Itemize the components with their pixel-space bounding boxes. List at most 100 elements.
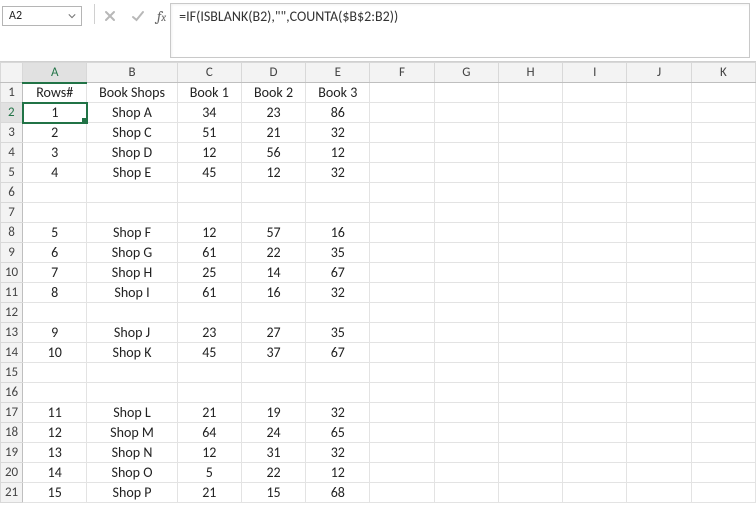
cell-K21[interactable] xyxy=(691,483,755,503)
cell-F21[interactable] xyxy=(370,483,434,503)
cell-H7[interactable] xyxy=(498,203,562,223)
cell-G19[interactable] xyxy=(434,443,498,463)
cell-A2[interactable]: 1 xyxy=(23,103,87,123)
cell-B14[interactable]: Shop K xyxy=(87,343,177,363)
cell-A13[interactable]: 9 xyxy=(23,323,87,343)
cell-J17[interactable] xyxy=(627,403,691,423)
cell-A6[interactable] xyxy=(23,183,87,203)
cell-B18[interactable]: Shop M xyxy=(87,423,177,443)
cell-D18[interactable]: 24 xyxy=(241,423,305,443)
cell-I11[interactable] xyxy=(563,283,627,303)
cell-J11[interactable] xyxy=(627,283,691,303)
cell-E8[interactable]: 16 xyxy=(306,223,370,243)
cell-E7[interactable] xyxy=(306,203,370,223)
cell-H20[interactable] xyxy=(498,463,562,483)
cell-D8[interactable]: 57 xyxy=(241,223,305,243)
column-header-E[interactable]: E xyxy=(306,63,370,83)
cell-B6[interactable] xyxy=(87,183,177,203)
cell-E12[interactable] xyxy=(306,303,370,323)
cell-F7[interactable] xyxy=(370,203,434,223)
cell-I15[interactable] xyxy=(563,363,627,383)
cell-J16[interactable] xyxy=(627,383,691,403)
row-header-13[interactable]: 13 xyxy=(1,323,23,343)
cell-J10[interactable] xyxy=(627,263,691,283)
cell-B8[interactable]: Shop F xyxy=(87,223,177,243)
cell-K18[interactable] xyxy=(691,423,755,443)
cell-I17[interactable] xyxy=(563,403,627,423)
cell-D11[interactable]: 16 xyxy=(241,283,305,303)
cell-G9[interactable] xyxy=(434,243,498,263)
cell-E20[interactable]: 12 xyxy=(306,463,370,483)
cell-A17[interactable]: 11 xyxy=(23,403,87,423)
cell-D4[interactable]: 56 xyxy=(241,143,305,163)
cell-C10[interactable]: 25 xyxy=(177,263,241,283)
cell-K3[interactable] xyxy=(691,123,755,143)
cell-C12[interactable] xyxy=(177,303,241,323)
cell-G5[interactable] xyxy=(434,163,498,183)
cell-J19[interactable] xyxy=(627,443,691,463)
cell-G2[interactable] xyxy=(434,103,498,123)
cell-K8[interactable] xyxy=(691,223,755,243)
cell-G11[interactable] xyxy=(434,283,498,303)
cell-G14[interactable] xyxy=(434,343,498,363)
cell-G17[interactable] xyxy=(434,403,498,423)
row-header-19[interactable]: 19 xyxy=(1,443,23,463)
cell-H2[interactable] xyxy=(498,103,562,123)
cell-B15[interactable] xyxy=(87,363,177,383)
cell-K9[interactable] xyxy=(691,243,755,263)
cell-G15[interactable] xyxy=(434,363,498,383)
cell-A15[interactable] xyxy=(23,363,87,383)
cell-E1[interactable]: Book 3 xyxy=(306,83,370,103)
cell-B9[interactable]: Shop G xyxy=(87,243,177,263)
cell-E17[interactable]: 32 xyxy=(306,403,370,423)
cell-B5[interactable]: Shop E xyxy=(87,163,177,183)
cell-I10[interactable] xyxy=(563,263,627,283)
row-header-17[interactable]: 17 xyxy=(1,403,23,423)
cell-J5[interactable] xyxy=(627,163,691,183)
cell-D3[interactable]: 21 xyxy=(241,123,305,143)
row-header-20[interactable]: 20 xyxy=(1,463,23,483)
cell-A20[interactable]: 14 xyxy=(23,463,87,483)
cell-D2[interactable]: 23 xyxy=(241,103,305,123)
cell-H4[interactable] xyxy=(498,143,562,163)
cell-I6[interactable] xyxy=(563,183,627,203)
cell-K10[interactable] xyxy=(691,263,755,283)
cell-C16[interactable] xyxy=(177,383,241,403)
cell-B17[interactable]: Shop L xyxy=(87,403,177,423)
cell-J13[interactable] xyxy=(627,323,691,343)
cell-H3[interactable] xyxy=(498,123,562,143)
cell-C15[interactable] xyxy=(177,363,241,383)
cell-E13[interactable]: 35 xyxy=(306,323,370,343)
cell-C5[interactable]: 45 xyxy=(177,163,241,183)
cell-J15[interactable] xyxy=(627,363,691,383)
cell-I18[interactable] xyxy=(563,423,627,443)
cell-I1[interactable] xyxy=(563,83,627,103)
cell-I14[interactable] xyxy=(563,343,627,363)
cell-A3[interactable]: 2 xyxy=(23,123,87,143)
cell-H14[interactable] xyxy=(498,343,562,363)
cell-B12[interactable] xyxy=(87,303,177,323)
cell-A16[interactable] xyxy=(23,383,87,403)
cell-A11[interactable]: 8 xyxy=(23,283,87,303)
cell-K7[interactable] xyxy=(691,203,755,223)
cell-C21[interactable]: 21 xyxy=(177,483,241,503)
cell-F11[interactable] xyxy=(370,283,434,303)
cell-E3[interactable]: 32 xyxy=(306,123,370,143)
cell-A7[interactable] xyxy=(23,203,87,223)
cell-G6[interactable] xyxy=(434,183,498,203)
cell-I12[interactable] xyxy=(563,303,627,323)
cell-K15[interactable] xyxy=(691,363,755,383)
cell-H9[interactable] xyxy=(498,243,562,263)
cell-D14[interactable]: 37 xyxy=(241,343,305,363)
cell-F5[interactable] xyxy=(370,163,434,183)
cell-E21[interactable]: 68 xyxy=(306,483,370,503)
column-header-J[interactable]: J xyxy=(627,63,691,83)
cell-H11[interactable] xyxy=(498,283,562,303)
cell-D16[interactable] xyxy=(241,383,305,403)
cell-A4[interactable]: 3 xyxy=(23,143,87,163)
column-header-H[interactable]: H xyxy=(498,63,562,83)
cell-K16[interactable] xyxy=(691,383,755,403)
cell-B4[interactable]: Shop D xyxy=(87,143,177,163)
row-header-2[interactable]: 2 xyxy=(1,103,23,123)
row-header-7[interactable]: 7 xyxy=(1,203,23,223)
